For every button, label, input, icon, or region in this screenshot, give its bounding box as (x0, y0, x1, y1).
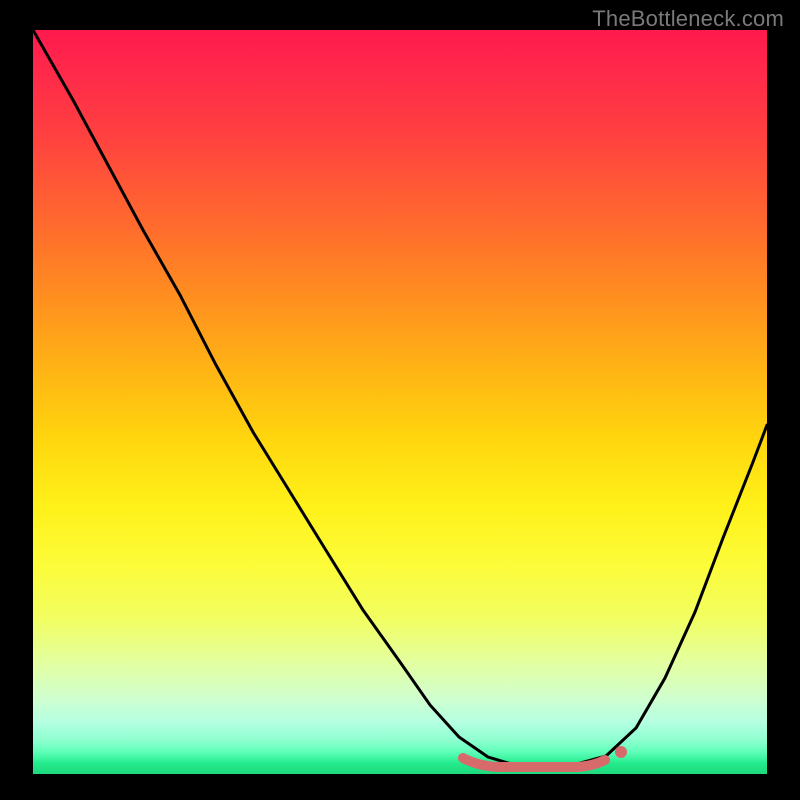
watermark-text: TheBottleneck.com (592, 6, 784, 32)
plot-area (33, 30, 767, 774)
chart-frame: TheBottleneck.com (0, 0, 800, 800)
curve-layer (33, 30, 767, 774)
optimal-range-segment (463, 758, 605, 767)
marker-dot (615, 746, 627, 758)
bottleneck-curve (33, 30, 767, 766)
